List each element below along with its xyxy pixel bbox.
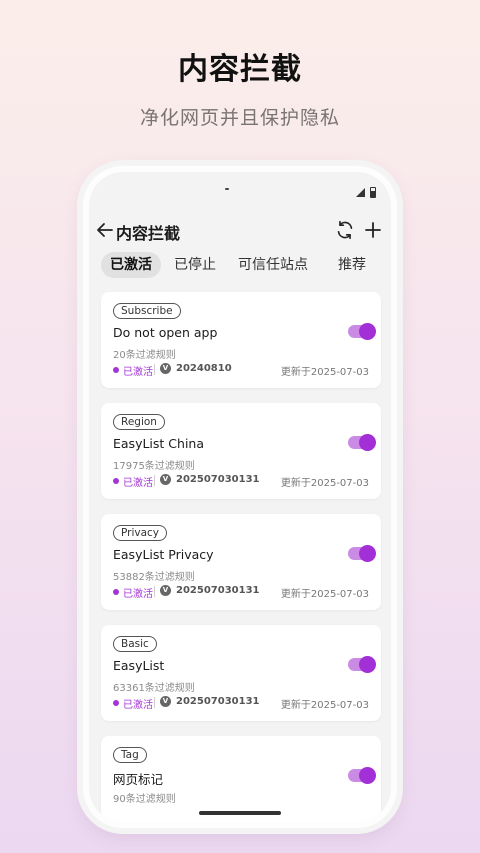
camera-dot-icon (225, 188, 229, 190)
toggle-knob (359, 323, 376, 340)
version-icon: V (160, 585, 171, 596)
status-dot-icon (113, 589, 119, 595)
status-dot-icon (113, 700, 119, 706)
app-bar: 内容拦截 (89, 214, 391, 250)
filter-name: 网页标记 (113, 772, 164, 787)
status-dot-icon (113, 367, 119, 373)
version-icon: V (160, 696, 171, 707)
filter-name: EasyList Privacy (113, 547, 214, 562)
status-bar (89, 182, 391, 200)
enable-toggle[interactable] (348, 434, 376, 451)
tab-active[interactable]: 已激活 (101, 252, 161, 278)
filter-card[interactable]: Basic EasyList 63361条过滤规则 已激活 V 20250703… (101, 625, 381, 721)
version-icon: V (160, 474, 171, 485)
filter-meta: 已激活 V 20240810 更新于2025-07-03 (113, 363, 369, 378)
tab-recommended[interactable]: 推荐 (329, 252, 375, 278)
filter-tabs: 已激活 已停止 可信任站点 推荐 (101, 252, 379, 280)
version-number: 20240810 (176, 363, 232, 374)
app-screen: 内容拦截 已激活 已停止 可信任站点 推荐 Subscribe Do not o… (89, 172, 391, 822)
battery-icon (370, 187, 376, 198)
updated-date: 更新于2025-07-03 (280, 367, 369, 378)
version-number: 202507030131 (176, 474, 260, 485)
filter-card[interactable]: Tag 网页标记 90条过滤规则 (101, 736, 381, 822)
category-badge: Tag (113, 747, 147, 763)
rule-count: 63361条过滤规则 (113, 683, 195, 694)
status-label: 已激活 (123, 478, 153, 489)
signal-icon (356, 188, 365, 197)
filter-list: Subscribe Do not open app 20条过滤规则 已激活 V … (101, 292, 381, 822)
updated-date: 更新于2025-07-03 (280, 478, 369, 489)
plus-icon[interactable] (361, 218, 385, 242)
divider (154, 364, 155, 375)
filter-card[interactable]: Privacy EasyList Privacy 53882条过滤规则 已激活 … (101, 514, 381, 610)
page-title: 内容拦截 (116, 224, 181, 243)
enable-toggle[interactable] (348, 545, 376, 562)
divider (154, 475, 155, 486)
rule-count: 90条过滤规则 (113, 794, 176, 805)
enable-toggle[interactable] (348, 323, 376, 340)
version-number: 202507030131 (176, 696, 260, 707)
status-dot-icon (113, 478, 119, 484)
enable-toggle[interactable] (348, 767, 376, 784)
filter-name: Do not open app (113, 325, 218, 340)
enable-toggle[interactable] (348, 656, 376, 673)
filter-name: EasyList China (113, 436, 204, 451)
category-badge: Privacy (113, 525, 168, 541)
toggle-knob (359, 656, 376, 673)
filter-card[interactable]: Region EasyList China 17975条过滤规则 已激活 V 2… (101, 403, 381, 499)
promo-title: 内容拦截 (178, 52, 302, 87)
version-number: 202507030131 (176, 585, 260, 596)
category-badge: Subscribe (113, 303, 181, 319)
refresh-icon[interactable] (334, 219, 356, 241)
updated-date: 更新于2025-07-03 (280, 700, 369, 711)
tab-stopped[interactable]: 已停止 (165, 252, 225, 278)
rule-count: 17975条过滤规则 (113, 461, 195, 472)
tab-trusted-sites[interactable]: 可信任站点 (229, 252, 317, 278)
filter-meta: 已激活 V 202507030131 更新于2025-07-03 (113, 474, 369, 489)
status-label: 已激活 (123, 589, 153, 600)
home-indicator[interactable] (199, 811, 281, 815)
filter-meta: 已激活 V 202507030131 更新于2025-07-03 (113, 696, 369, 711)
filter-name: EasyList (113, 658, 165, 673)
back-arrow-icon[interactable] (93, 218, 117, 242)
filter-card[interactable]: Subscribe Do not open app 20条过滤规则 已激活 V … (101, 292, 381, 388)
updated-date: 更新于2025-07-03 (280, 589, 369, 600)
filter-meta: 已激活 V 202507030131 更新于2025-07-03 (113, 585, 369, 600)
divider (154, 697, 155, 708)
rule-count: 20条过滤规则 (113, 350, 176, 361)
category-badge: Region (113, 414, 165, 430)
toggle-knob (359, 434, 376, 451)
rule-count: 53882条过滤规则 (113, 572, 195, 583)
divider (154, 586, 155, 597)
phone-frame: 内容拦截 已激活 已停止 可信任站点 推荐 Subscribe Do not o… (83, 166, 397, 828)
promo-subtitle: 净化网页并且保护隐私 (139, 107, 340, 129)
category-badge: Basic (113, 636, 157, 652)
status-label: 已激活 (123, 367, 153, 378)
toggle-knob (359, 545, 376, 562)
version-icon: V (160, 363, 171, 374)
toggle-knob (359, 767, 376, 784)
status-label: 已激活 (123, 700, 153, 711)
